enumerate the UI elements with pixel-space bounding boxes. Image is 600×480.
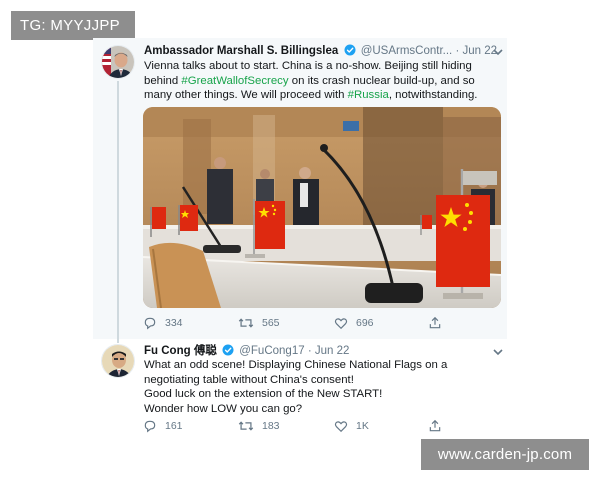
- tweet-photo[interactable]: [143, 107, 501, 308]
- retweet-icon: [238, 318, 254, 328]
- retweet-count: 183: [262, 420, 280, 432]
- retweet-button[interactable]: 183: [238, 419, 280, 433]
- retweet-button[interactable]: 565: [238, 316, 280, 330]
- tweet1-line-2: behind #GreatWallofSecrecy on its crash …: [144, 74, 475, 87]
- author-name[interactable]: Ambassador Marshall S. Billingslea: [144, 45, 338, 57]
- conference-room-image: [143, 107, 501, 308]
- share-button[interactable]: [428, 316, 450, 330]
- tag-badge: TG: MYYJJPP: [11, 11, 135, 40]
- author-handle[interactable]: @USArmsContr...: [361, 45, 453, 57]
- thread-connector: [117, 81, 119, 343]
- tweet1-header: Ambassador Marshall S. Billingslea @USAr…: [144, 44, 497, 59]
- reply-button[interactable]: 161: [143, 419, 183, 433]
- tweet-date[interactable]: Jun 22: [463, 45, 498, 57]
- reply-icon: [144, 420, 156, 433]
- share-button[interactable]: [428, 419, 450, 433]
- tweet2-text: What an odd scene! Displaying Chinese Na…: [144, 358, 447, 416]
- retweet-count: 565: [262, 317, 280, 329]
- verified-icon: [344, 44, 355, 56]
- separator: ·: [455, 45, 460, 57]
- reply-count: 334: [165, 317, 183, 329]
- separator: ·: [307, 345, 312, 357]
- tweet1-text: Vienna talks about to start. China is a …: [144, 59, 477, 103]
- chevron-down-icon[interactable]: [493, 48, 503, 56]
- tweet1-line-3: many other things. We will proceed with …: [144, 89, 478, 102]
- like-count: 696: [356, 317, 374, 329]
- tweet2-line-4: Wonder how LOW you can go?: [144, 402, 303, 415]
- share-icon: [429, 419, 441, 432]
- like-count: 1K: [356, 420, 369, 432]
- verified-icon: [222, 344, 234, 356]
- author-name[interactable]: Fu Cong 傅聪: [144, 345, 217, 357]
- author-handle[interactable]: @FuCong17: [239, 345, 304, 357]
- like-icon: [334, 421, 348, 433]
- retweet-icon: [238, 421, 254, 431]
- hashtag-link[interactable]: #Russia: [348, 89, 389, 101]
- chevron-down-icon[interactable]: [493, 348, 503, 356]
- tweet1-line-1: Vienna talks about to start. China is a …: [144, 60, 472, 72]
- reply-button[interactable]: 334: [143, 316, 183, 330]
- share-icon: [429, 316, 441, 329]
- reply-icon: [144, 317, 156, 330]
- tweet-date[interactable]: Jun 22: [315, 345, 350, 357]
- like-button[interactable]: 1K: [334, 419, 369, 433]
- tweet2-line-3: Good luck on the extension of the New ST…: [144, 388, 383, 401]
- avatar-fu-cong[interactable]: [101, 344, 135, 378]
- like-button[interactable]: 696: [334, 316, 374, 330]
- like-icon: [334, 318, 348, 330]
- hashtag-link[interactable]: #GreatWallofSecrecy: [181, 75, 288, 87]
- watermark: www.carden-jp.com: [421, 439, 589, 470]
- tweet2-line-2: negotiating table without China's consen…: [144, 373, 354, 386]
- avatar-billingslea[interactable]: [101, 45, 135, 79]
- tweet2-header: Fu Cong 傅聪 @FuCong17 · Jun 22: [144, 344, 349, 359]
- tweet2-line-1: What an odd scene! Displaying Chinese Na…: [144, 359, 448, 371]
- reply-count: 161: [165, 420, 183, 432]
